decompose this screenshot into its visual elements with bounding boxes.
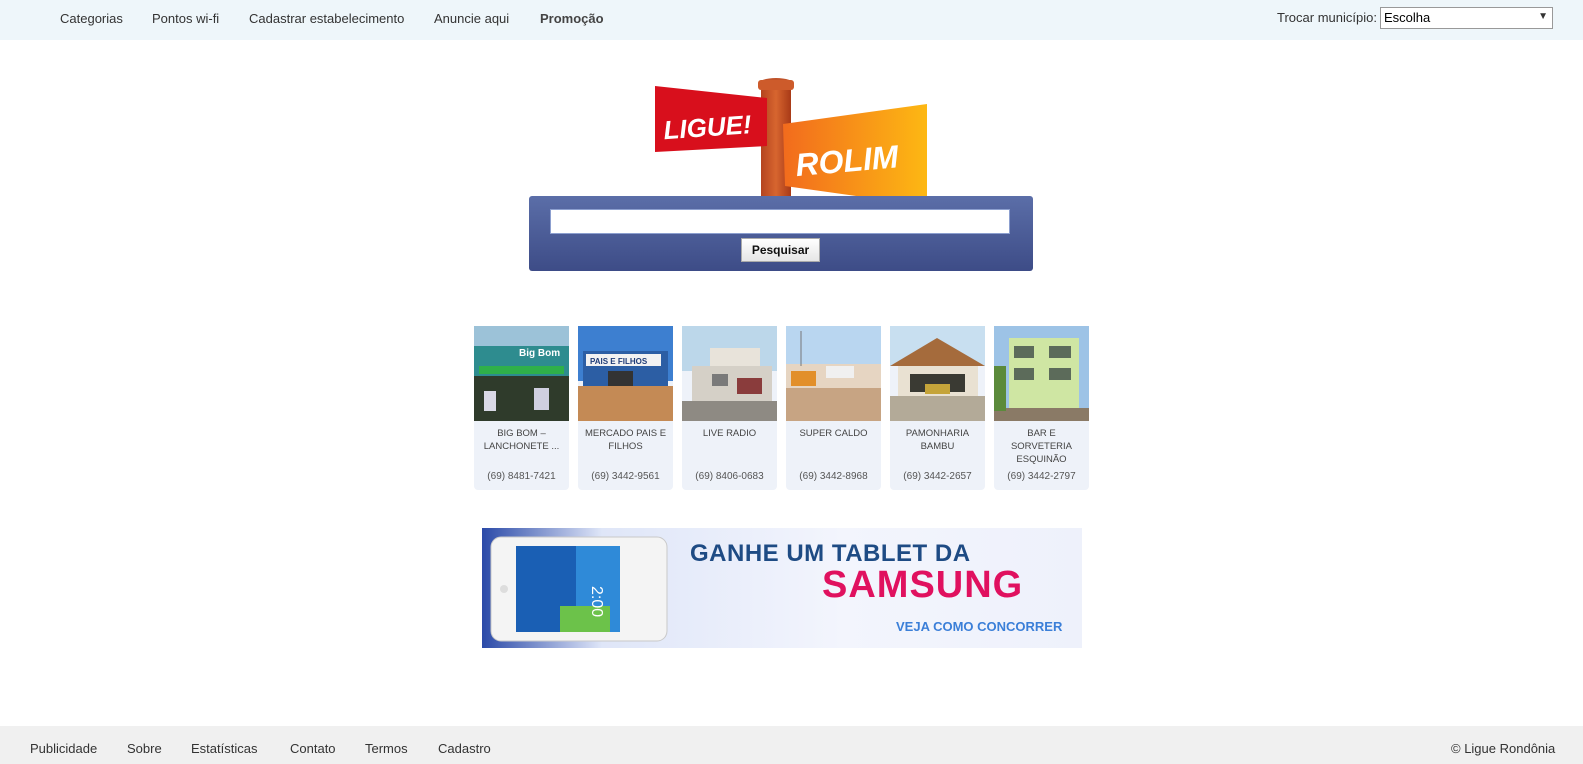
footer-estatisticas[interactable]: Estatísticas — [191, 741, 257, 756]
listing-card[interactable]: PAMONHARIA BAMBU (69) 3442-2657 — [890, 326, 985, 490]
municipio-selected-value: Escolha — [1384, 10, 1431, 25]
listing-phone: (69) 8406-0683 — [695, 471, 764, 482]
search-panel: Pesquisar — [529, 196, 1033, 271]
nav-anuncie-aqui[interactable]: Anuncie aqui — [434, 11, 509, 26]
nav-promocao[interactable]: Promoção — [540, 11, 604, 26]
storefront-sign-big-bom: Big Bom — [519, 348, 560, 359]
search-input[interactable] — [550, 209, 1010, 234]
listing-card[interactable]: PAIS E FILHOS MERCADO PAIS E FILHOS (69)… — [578, 326, 673, 490]
listing-name[interactable]: LIVE RADIO — [685, 427, 774, 440]
listing-name[interactable]: BAR E SORVETERIA ESQUINÃO — [997, 427, 1086, 466]
listing-phone: (69) 3442-8968 — [799, 471, 868, 482]
tablet-time: 2:00 — [588, 586, 605, 617]
listing-phone: (69) 3442-9561 — [591, 471, 660, 482]
footer-sobre[interactable]: Sobre — [127, 741, 162, 756]
listing-phone: (69) 8481-7421 — [487, 471, 556, 482]
listing-card[interactable]: Big Bom BIG BOM – LANCHONETE ... (69) 84… — [474, 326, 569, 490]
listing-name[interactable]: PAMONHARIA BAMBU — [893, 427, 982, 453]
chevron-down-icon: ▼ — [1538, 11, 1548, 22]
ligue-rolim-logo[interactable]: LIGUE! ROLIM — [655, 76, 935, 206]
top-bar: Categorias Pontos wi-fi Cadastrar estabe… — [0, 0, 1583, 40]
listing-photo[interactable] — [890, 326, 985, 421]
listing-photo[interactable] — [994, 326, 1089, 421]
banner-brand: SAMSUNG — [822, 564, 1024, 606]
nav-cadastrar-estabelecimento[interactable]: Cadastrar estabelecimento — [249, 11, 404, 26]
listing-photo[interactable]: Big Bom — [474, 326, 569, 421]
listing-phone: (69) 3442-2657 — [903, 471, 972, 482]
listing-name[interactable]: MERCADO PAIS E FILHOS — [581, 427, 670, 453]
banner-cta[interactable]: VEJA COMO CONCORRER — [896, 619, 1062, 634]
listing-card[interactable]: LIVE RADIO (69) 8406-0683 — [682, 326, 777, 490]
nav-categorias[interactable]: Categorias — [60, 11, 123, 26]
listing-phone: (69) 3442-2797 — [1007, 471, 1076, 482]
tablet-image: 2:00 — [490, 536, 668, 642]
listing-photo[interactable]: PAIS E FILHOS — [578, 326, 673, 421]
listing-card[interactable]: BAR E SORVETERIA ESQUINÃO (69) 3442-2797 — [994, 326, 1089, 490]
municipio-label: Trocar município: — [1277, 10, 1377, 25]
footer-publicidade[interactable]: Publicidade — [30, 741, 97, 756]
municipio-select[interactable]: Escolha ▼ — [1380, 7, 1553, 29]
nav-pontos-wifi[interactable]: Pontos wi-fi — [152, 11, 219, 26]
copyright: © Ligue Rondônia — [1451, 741, 1556, 756]
promo-banner[interactable]: 2:00 GANHE UM TABLET DA SAMSUNG VEJA COM… — [482, 528, 1082, 648]
listing-card[interactable]: SUPER CALDO (69) 3442-8968 — [786, 326, 881, 490]
listing-name[interactable]: SUPER CALDO — [789, 427, 878, 440]
footer-termos[interactable]: Termos — [365, 741, 408, 756]
listing-photo[interactable] — [786, 326, 881, 421]
listing-name[interactable]: BIG BOM – LANCHONETE ... — [477, 427, 566, 453]
footer-contato[interactable]: Contato — [290, 741, 336, 756]
logo-word-ligue: LIGUE! — [662, 109, 752, 145]
listing-photo[interactable] — [682, 326, 777, 421]
footer-cadastro[interactable]: Cadastro — [438, 741, 491, 756]
storefront-sign-pais-e-filhos: PAIS E FILHOS — [590, 357, 648, 366]
footer: Publicidade Sobre Estatísticas Contato T… — [0, 726, 1583, 764]
search-button[interactable]: Pesquisar — [741, 238, 820, 262]
